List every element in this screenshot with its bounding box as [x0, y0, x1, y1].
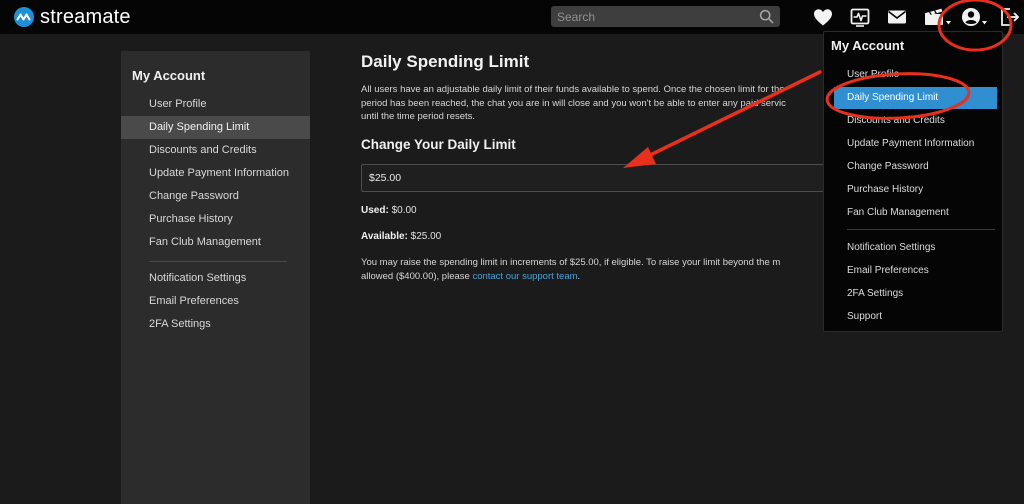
intro-line: period has been reached, the chat you ar…	[361, 97, 786, 109]
activity-monitor-icon[interactable]	[848, 5, 872, 29]
dropdown-item-notification-settings[interactable]: Notification Settings	[824, 237, 1002, 259]
dropdown-title: My Account	[831, 38, 905, 53]
sidebar-item-update-payment[interactable]: Update Payment Information	[121, 162, 310, 185]
intro-line: All users have an adjustable daily limit…	[361, 84, 785, 95]
streamate-logo-icon	[14, 7, 34, 27]
dropdown-item-change-password[interactable]: Change Password	[824, 156, 1002, 178]
dropdown-item-fan-club-management[interactable]: Fan Club Management	[824, 202, 1002, 224]
account-dropdown-menu: My Account User Profile Daily Spending L…	[823, 31, 1003, 332]
main-content: Daily Spending Limit All users have an a…	[361, 0, 831, 504]
sidebar-divider	[149, 261, 287, 262]
sidebar-item-email-preferences[interactable]: Email Preferences	[121, 290, 310, 313]
dropdown-item-discounts-and-credits[interactable]: Discounts and Credits	[824, 110, 1002, 132]
streamate-logo[interactable]: streamate	[13, 5, 131, 29]
sidebar-item-discounts-and-credits[interactable]: Discounts and Credits	[121, 139, 310, 162]
page-title: Daily Spending Limit	[361, 52, 530, 71]
available-amount: Available: $25.00	[361, 231, 441, 242]
used-value: $0.00	[391, 205, 417, 216]
dropdown-item-support[interactable]: Support	[824, 306, 1002, 328]
logout-icon[interactable]	[997, 5, 1021, 29]
raise-line-suffix: .	[577, 271, 581, 282]
change-limit-heading: Change Your Daily Limit	[361, 137, 516, 152]
account-sidebar: My Account User Profile Daily Spending L…	[121, 51, 310, 504]
dropdown-item-purchase-history[interactable]: Purchase History	[824, 179, 1002, 201]
used-amount: Used: $0.00	[361, 205, 417, 216]
available-value: $25.00	[410, 231, 442, 242]
intro-line: until the time period resets.	[361, 111, 476, 122]
sidebar-item-change-password[interactable]: Change Password	[121, 185, 310, 208]
mail-icon[interactable]	[885, 5, 909, 29]
used-label: Used:	[361, 205, 389, 216]
user-circle-icon[interactable]	[960, 5, 990, 29]
raise-line-prefix: allowed ($400.00), please	[361, 271, 470, 282]
dropdown-item-2fa-settings[interactable]: 2FA Settings	[824, 283, 1002, 305]
sidebar-item-purchase-history[interactable]: Purchase History	[121, 208, 310, 231]
intro-text: All users have an adjustable daily limit…	[361, 83, 831, 124]
sidebar-item-daily-spending-limit[interactable]: Daily Spending Limit	[121, 116, 310, 139]
dropdown-item-email-preferences[interactable]: Email Preferences	[824, 260, 1002, 282]
dropdown-item-daily-spending-limit[interactable]: Daily Spending Limit	[834, 87, 997, 109]
sidebar-title: My Account	[132, 68, 206, 83]
available-label: Available:	[361, 231, 408, 242]
sidebar-item-notification-settings[interactable]: Notification Settings	[121, 267, 310, 290]
daily-limit-input[interactable]	[361, 164, 831, 192]
raise-line: You may raise the spending limit in incr…	[361, 257, 781, 268]
raise-line: allowed ($400.00), please contact our su…	[361, 270, 831, 284]
brand-name: streamate	[40, 5, 131, 28]
app-root: streamate Search My Account User Profile…	[0, 0, 1024, 504]
dropdown-divider	[847, 229, 995, 230]
raise-limit-text: You may raise the spending limit in incr…	[361, 256, 831, 284]
sidebar-item-2fa-settings[interactable]: 2FA Settings	[121, 313, 310, 336]
contact-support-link[interactable]: contact our support team	[472, 271, 577, 282]
sidebar-item-user-profile[interactable]: User Profile	[121, 93, 310, 116]
dropdown-item-user-profile[interactable]: User Profile	[824, 64, 1002, 86]
clapperboard-icon[interactable]	[922, 5, 952, 29]
sidebar-item-fan-club-management[interactable]: Fan Club Management	[121, 231, 310, 254]
dropdown-item-update-payment[interactable]: Update Payment Information	[824, 133, 1002, 155]
